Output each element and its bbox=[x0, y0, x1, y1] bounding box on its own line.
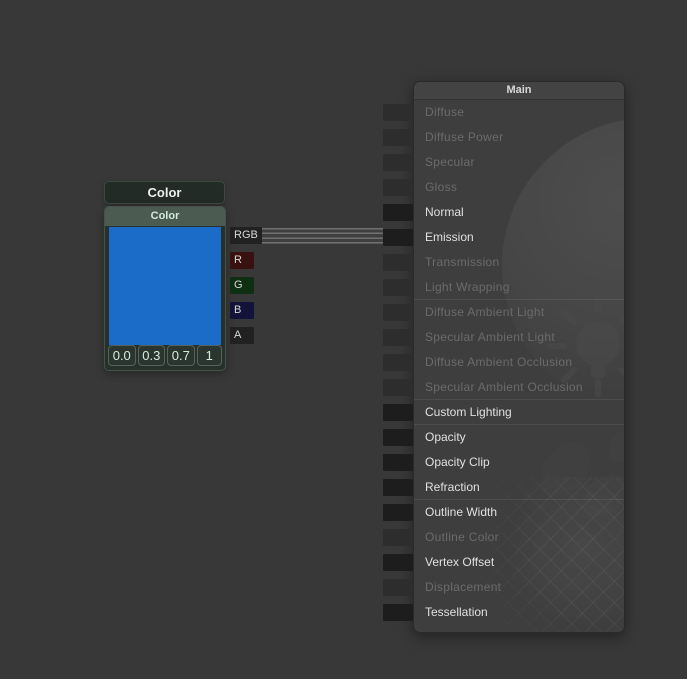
main-input-opacity[interactable]: Opacity bbox=[414, 425, 624, 450]
main-node-title-label: Main bbox=[506, 84, 531, 96]
main-input-normal[interactable]: Normal bbox=[414, 200, 624, 225]
input-port-tessellation[interactable] bbox=[383, 604, 413, 621]
input-port-wrap-outline-width bbox=[383, 500, 413, 525]
input-port-diffuse-ambient-occlusion[interactable] bbox=[383, 354, 413, 371]
main-input-outline-color[interactable]: Outline Color bbox=[414, 525, 624, 550]
input-port-wrap-diffuse bbox=[383, 100, 413, 125]
main-input-ports bbox=[383, 100, 413, 625]
input-port-opacity[interactable] bbox=[383, 429, 413, 446]
main-input-gloss[interactable]: Gloss bbox=[414, 175, 624, 200]
output-port-r[interactable]: R bbox=[230, 252, 254, 269]
main-node[interactable]: Main DiffuseDiffuse PowerSpecularGlossNo… bbox=[413, 81, 625, 633]
input-port-custom-lighting[interactable] bbox=[383, 404, 413, 421]
main-input-displacement[interactable]: Displacement bbox=[414, 575, 624, 600]
node-editor-canvas[interactable]: Color Color 0.00.30.71 RGBRGBA bbox=[0, 0, 687, 679]
connection-wire-rgb-to-emission[interactable] bbox=[258, 228, 383, 244]
color-node-title[interactable]: Color bbox=[104, 181, 225, 204]
output-port-b[interactable]: B bbox=[230, 302, 254, 319]
input-port-wrap-vertex-offset bbox=[383, 550, 413, 575]
main-input-diffuse-ambient-light[interactable]: Diffuse Ambient Light bbox=[414, 300, 624, 325]
color-values-row: 0.00.30.71 bbox=[108, 345, 222, 366]
main-input-vertex-offset[interactable]: Vertex Offset bbox=[414, 550, 624, 575]
input-port-wrap-diffuse-power bbox=[383, 125, 413, 150]
color-node-header-label: Color bbox=[151, 210, 180, 222]
input-port-normal[interactable] bbox=[383, 204, 413, 221]
input-port-wrap-diffuse-ambient-light bbox=[383, 300, 413, 325]
input-port-displacement[interactable] bbox=[383, 579, 413, 596]
input-port-specular[interactable] bbox=[383, 154, 413, 171]
main-input-refraction[interactable]: Refraction bbox=[414, 475, 624, 500]
color-node[interactable]: Color 0.00.30.71 bbox=[104, 206, 226, 371]
main-input-light-wrapping[interactable]: Light Wrapping bbox=[414, 275, 624, 300]
input-port-outline-width[interactable] bbox=[383, 504, 413, 521]
input-port-wrap-normal bbox=[383, 200, 413, 225]
main-input-transmission[interactable]: Transmission bbox=[414, 250, 624, 275]
input-port-wrap-specular bbox=[383, 150, 413, 175]
color-swatch[interactable] bbox=[109, 227, 221, 345]
input-port-diffuse-ambient-light[interactable] bbox=[383, 304, 413, 321]
input-port-wrap-custom-lighting bbox=[383, 400, 413, 425]
input-port-wrap-diffuse-ambient-occlusion bbox=[383, 350, 413, 375]
input-port-wrap-opacity-clip bbox=[383, 450, 413, 475]
main-input-rows: DiffuseDiffuse PowerSpecularGlossNormalE… bbox=[414, 100, 624, 625]
input-port-outline-color[interactable] bbox=[383, 529, 413, 546]
input-port-wrap-gloss bbox=[383, 175, 413, 200]
main-node-header[interactable]: Main bbox=[414, 82, 624, 100]
color-value-field-2[interactable]: 0.7 bbox=[167, 345, 195, 366]
main-input-emission[interactable]: Emission bbox=[414, 225, 624, 250]
main-input-diffuse[interactable]: Diffuse bbox=[414, 100, 624, 125]
output-port-rgb[interactable]: RGB bbox=[230, 227, 262, 244]
input-port-wrap-transmission bbox=[383, 250, 413, 275]
input-port-wrap-outline-color bbox=[383, 525, 413, 550]
output-port-g[interactable]: G bbox=[230, 277, 254, 294]
main-input-opacity-clip[interactable]: Opacity Clip bbox=[414, 450, 624, 475]
input-port-refraction[interactable] bbox=[383, 479, 413, 496]
input-port-diffuse-power[interactable] bbox=[383, 129, 413, 146]
main-input-specular[interactable]: Specular bbox=[414, 150, 624, 175]
main-input-outline-width[interactable]: Outline Width bbox=[414, 500, 624, 525]
main-input-diffuse-power[interactable]: Diffuse Power bbox=[414, 125, 624, 150]
color-value-field-3[interactable]: 1 bbox=[197, 345, 222, 366]
input-port-wrap-specular-ambient-occlusion bbox=[383, 375, 413, 400]
color-value-field-0[interactable]: 0.0 bbox=[108, 345, 136, 366]
input-port-light-wrapping[interactable] bbox=[383, 279, 413, 296]
input-port-wrap-light-wrapping bbox=[383, 275, 413, 300]
input-port-wrap-refraction bbox=[383, 475, 413, 500]
input-port-wrap-emission bbox=[383, 225, 413, 250]
input-port-wrap-specular-ambient-light bbox=[383, 325, 413, 350]
input-port-emission[interactable] bbox=[383, 229, 413, 246]
main-input-diffuse-ambient-occlusion[interactable]: Diffuse Ambient Occlusion bbox=[414, 350, 624, 375]
input-port-specular-ambient-light[interactable] bbox=[383, 329, 413, 346]
main-input-specular-ambient-occlusion[interactable]: Specular Ambient Occlusion bbox=[414, 375, 624, 400]
input-port-transmission[interactable] bbox=[383, 254, 413, 271]
color-value-field-1[interactable]: 0.3 bbox=[138, 345, 166, 366]
main-input-specular-ambient-light[interactable]: Specular Ambient Light bbox=[414, 325, 624, 350]
output-port-a[interactable]: A bbox=[230, 327, 254, 344]
main-input-tessellation[interactable]: Tessellation bbox=[414, 600, 624, 625]
main-input-custom-lighting[interactable]: Custom Lighting bbox=[414, 400, 624, 425]
color-node-title-label: Color bbox=[148, 185, 182, 200]
input-port-vertex-offset[interactable] bbox=[383, 554, 413, 571]
input-port-wrap-tessellation bbox=[383, 600, 413, 625]
input-port-wrap-displacement bbox=[383, 575, 413, 600]
input-port-diffuse[interactable] bbox=[383, 104, 413, 121]
input-port-opacity-clip[interactable] bbox=[383, 454, 413, 471]
color-outputs: RGBRGBA bbox=[230, 227, 262, 344]
input-port-wrap-opacity bbox=[383, 425, 413, 450]
input-port-specular-ambient-occlusion[interactable] bbox=[383, 379, 413, 396]
input-port-gloss[interactable] bbox=[383, 179, 413, 196]
color-node-header[interactable]: Color bbox=[105, 207, 225, 226]
